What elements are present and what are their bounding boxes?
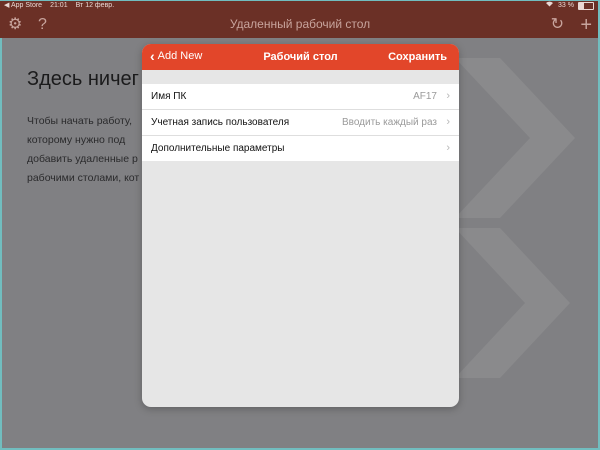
refresh-icon[interactable]: ↻ xyxy=(551,15,564,35)
chevron-left-icon: ‹ xyxy=(150,48,155,64)
status-date: Вт 12 февр. xyxy=(75,2,115,9)
chevron-right-icon: › xyxy=(446,142,450,154)
back-button[interactable]: ‹ Add New xyxy=(150,48,203,64)
battery-icon xyxy=(578,2,594,10)
chevron-right-icon: › xyxy=(446,116,450,128)
status-time: 21:01 xyxy=(50,2,68,9)
row-value: AF17 xyxy=(413,91,437,102)
row-label: Дополнительные параметры xyxy=(151,143,285,154)
battery-percent: 33 % xyxy=(558,2,574,9)
app-navbar: ⚙ ? Удаленный рабочий стол ↻ + xyxy=(0,12,600,38)
chevron-right-icon: › xyxy=(446,90,450,102)
row-label: Имя ПК xyxy=(151,91,187,102)
add-desktop-modal: ‹ Add New Рабочий стол Сохранить Имя ПК … xyxy=(142,44,459,407)
wifi-icon xyxy=(545,0,554,12)
empty-state-heading: Здесь ничег xyxy=(27,68,139,90)
row-label: Учетная запись пользователя xyxy=(151,117,290,128)
screen-border xyxy=(0,0,600,1)
settings-list: Имя ПК AF17 › Учетная запись пользовател… xyxy=(142,84,459,161)
back-to-app-store-link[interactable]: ◀ App Store xyxy=(4,0,42,12)
screen: ◀ App Store 21:01 Вт 12 февр. 33 % ⚙ ? У… xyxy=(0,0,600,450)
screen-border xyxy=(0,38,2,450)
save-button[interactable]: Сохранить xyxy=(388,51,447,63)
plus-icon[interactable]: + xyxy=(580,15,592,35)
modal-header: ‹ Add New Рабочий стол Сохранить xyxy=(142,44,459,70)
app-title: Удаленный рабочий стол xyxy=(229,17,371,31)
row-user-account[interactable]: Учетная запись пользователя Вводить кажд… xyxy=(142,110,459,136)
status-bar: ◀ App Store 21:01 Вт 12 февр. 33 % xyxy=(0,0,600,12)
row-additional-settings[interactable]: Дополнительные параметры › xyxy=(142,136,459,161)
back-button-label: Add New xyxy=(157,50,203,62)
row-value: Вводить каждый раз xyxy=(341,117,437,128)
row-pc-name[interactable]: Имя ПК AF17 › xyxy=(142,84,459,110)
